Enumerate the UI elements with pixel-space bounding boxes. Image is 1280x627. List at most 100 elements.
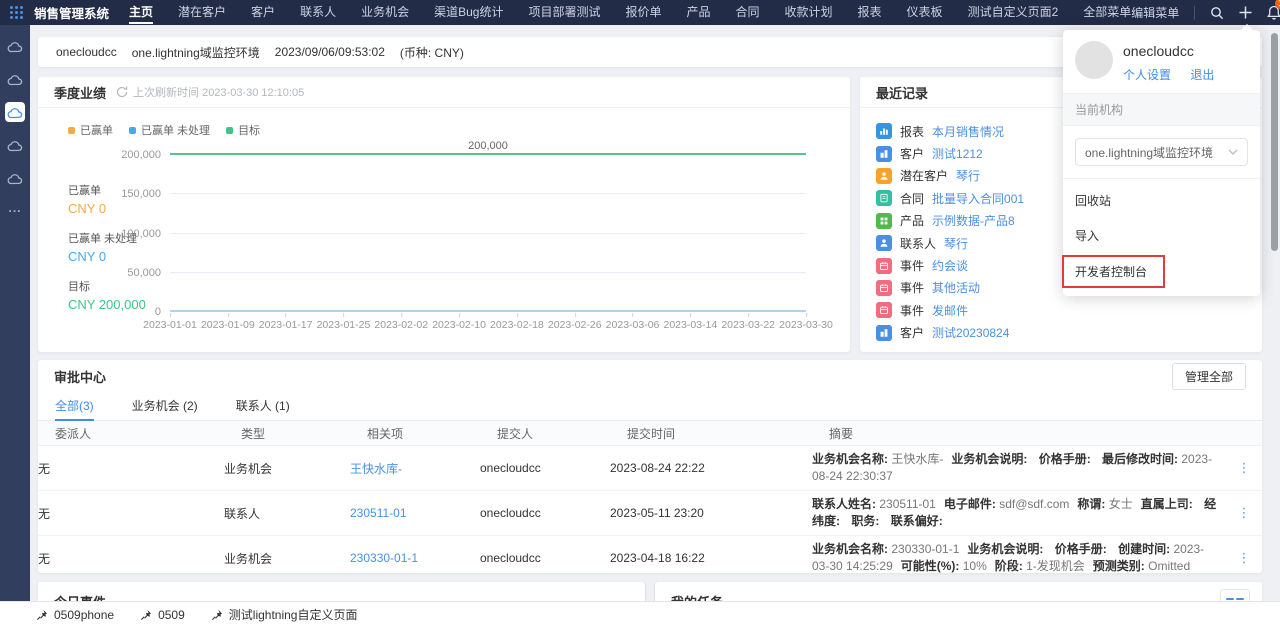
add-icon[interactable] xyxy=(1239,6,1252,19)
nav-item[interactable]: 联系人 xyxy=(300,0,336,25)
record-name-link[interactable]: 约会谈 xyxy=(932,257,968,274)
cell-related-link[interactable]: 王快水库- xyxy=(350,460,480,477)
legend-dot xyxy=(68,127,75,134)
logout-link[interactable]: 退出 xyxy=(1190,68,1214,82)
record-type-label: 联系人 xyxy=(900,235,936,252)
pinned-page-label: 测试lightning自定义页面 xyxy=(229,606,358,623)
chart-legend: 已赢单已赢单 未处理目标 xyxy=(68,122,260,138)
nav-item[interactable]: 报价单 xyxy=(625,0,661,25)
record-name-link[interactable]: 琴行 xyxy=(944,235,968,252)
nav-divider xyxy=(1194,6,1195,20)
chart-stats: 已赢单CNY 0已赢单 未处理CNY 0目标CNY 200,000 xyxy=(68,182,146,326)
cloud-icon[interactable] xyxy=(5,69,25,89)
record-type-label: 事件 xyxy=(900,279,924,296)
record-name-link[interactable]: 测试20230824 xyxy=(932,324,1009,341)
current-org-section-label: 当前机构 xyxy=(1063,93,1260,126)
table-row: 无业务机会230330-01-1onecloudcc2023-04-18 16:… xyxy=(38,536,1262,580)
dropdown-avatar xyxy=(1075,41,1113,79)
refresh-icon[interactable] xyxy=(116,86,128,98)
stat-value: CNY 0 xyxy=(68,249,146,264)
row-actions-icon[interactable]: ⋮ xyxy=(1226,460,1262,476)
nav-item[interactable]: 业务机会 xyxy=(361,0,409,25)
cell-delegate: 无 xyxy=(38,460,224,477)
pinned-page-item[interactable]: 测试lightning自定义页面 xyxy=(211,606,358,623)
event-icon xyxy=(876,258,892,274)
record-name-link[interactable]: 批量导入合同001 xyxy=(932,190,1024,207)
search-icon[interactable] xyxy=(1210,6,1224,20)
quarter-card-header: 季度业绩 上次刷新时间 2023-03-30 12:10:05 xyxy=(38,77,850,108)
org-select-value: one.lightning域监控环境 xyxy=(1085,144,1213,161)
chevron-down-icon xyxy=(1228,149,1238,155)
summary-field-label: 称谓: xyxy=(1077,497,1108,511)
x-axis-tick-label: 2023-03-22 xyxy=(721,319,775,331)
approval-tab[interactable]: 业务机会 (2) xyxy=(132,393,198,421)
app-launcher-icon[interactable] xyxy=(9,5,24,20)
summary-field-label: 最后修改时间: xyxy=(1102,452,1181,466)
refresh-info: 上次刷新时间 2023-03-30 12:10:05 xyxy=(116,84,304,100)
record-name-link[interactable]: 本月销售情况 xyxy=(932,123,1004,140)
edit-menu-button[interactable]: 编辑菜单 xyxy=(1131,4,1179,21)
developer-console-item[interactable]: 开发者控制台 xyxy=(1062,255,1165,288)
nav-item[interactable]: 合同 xyxy=(736,0,760,25)
record-type-label: 事件 xyxy=(900,302,924,319)
x-axis-line xyxy=(170,310,806,312)
record-name-link[interactable]: 发邮件 xyxy=(932,302,968,319)
x-axis-tick-label: 2023-02-26 xyxy=(548,319,602,331)
nav-item[interactable]: 收款计划 xyxy=(785,0,833,25)
summary-field-label: 职务: xyxy=(851,514,882,528)
nav-item[interactable]: 产品 xyxy=(686,0,710,25)
record-name-link[interactable]: 测试1212 xyxy=(932,145,983,162)
nav-item[interactable]: 主页 xyxy=(129,0,153,25)
nav-item[interactable]: 报表 xyxy=(858,0,882,25)
nav-item[interactable]: 全部菜单 xyxy=(1083,0,1131,25)
user-menu-items: 回收站导入开发者控制台 xyxy=(1063,178,1260,288)
x-axis-tick-label: 2023-02-18 xyxy=(490,319,544,331)
nav-item[interactable]: 客户 xyxy=(251,0,275,25)
nav-item[interactable]: 测试自定义页面2 xyxy=(968,0,1059,25)
cell-related-link[interactable]: 230511-01 xyxy=(350,506,480,520)
user-menu-item[interactable]: 导入 xyxy=(1063,218,1260,253)
pushpin-icon xyxy=(36,609,48,621)
page-scrollbar-thumb[interactable] xyxy=(1271,33,1278,251)
more-apps-icon[interactable]: ... xyxy=(8,201,21,215)
record-name-link[interactable]: 琴行 xyxy=(956,167,980,184)
x-axis-tick-label: 2023-02-02 xyxy=(374,319,428,331)
row-actions-icon[interactable]: ⋮ xyxy=(1226,505,1262,521)
nav-item[interactable]: 仪表板 xyxy=(907,0,943,25)
personal-settings-link[interactable]: 个人设置 xyxy=(1123,68,1171,82)
summary-field-label: 预测类别: xyxy=(1093,559,1148,573)
cell-type: 业务机会 xyxy=(224,550,350,567)
summary-field-label: 阶段: xyxy=(995,559,1026,573)
cloud-icon[interactable] xyxy=(5,36,25,56)
nav-item[interactable]: 渠道Bug统计 xyxy=(434,0,503,25)
org-select[interactable]: one.lightning域监控环境 xyxy=(1075,138,1248,166)
approval-tab[interactable]: 联系人 (1) xyxy=(236,393,290,421)
gridline xyxy=(170,233,806,234)
approval-tab[interactable]: 全部(3) xyxy=(55,393,94,421)
summary-field-value: 王快水库- xyxy=(891,452,943,466)
pinned-page-label: 0509 xyxy=(158,608,185,622)
cloud-icon[interactable] xyxy=(5,102,25,122)
cell-related-link[interactable]: 230330-01-1 xyxy=(350,551,480,565)
stat-value: CNY 0 xyxy=(68,201,146,216)
notifications-bell-icon[interactable]: 12 xyxy=(1267,5,1280,20)
info-datetime: 2023/09/06/09:53:02 xyxy=(275,45,385,59)
cloud-icon[interactable] xyxy=(5,168,25,188)
x-axis-tick-label: 2023-03-06 xyxy=(606,319,660,331)
pinned-page-item[interactable]: 0509phone xyxy=(36,608,114,622)
user-menu-item[interactable]: 回收站 xyxy=(1063,183,1260,218)
manage-all-button[interactable]: 管理全部 xyxy=(1172,363,1246,390)
record-type-label: 客户 xyxy=(900,145,924,162)
cloud-icon[interactable] xyxy=(5,135,25,155)
row-actions-icon[interactable]: ⋮ xyxy=(1226,550,1262,566)
x-axis-tick-label: 2023-03-14 xyxy=(664,319,718,331)
legend-label: 目标 xyxy=(238,122,260,138)
nav-item[interactable]: 项目部署测试 xyxy=(528,0,600,25)
app-title: 销售管理系统 xyxy=(34,3,109,22)
record-name-link[interactable]: 示例数据-产品8 xyxy=(932,212,1015,229)
pinned-page-label: 0509phone xyxy=(54,608,114,622)
pushpin-icon xyxy=(211,609,223,621)
nav-item[interactable]: 潜在客户 xyxy=(178,0,226,25)
pinned-page-item[interactable]: 0509 xyxy=(140,608,185,622)
record-name-link[interactable]: 其他活动 xyxy=(932,279,980,296)
